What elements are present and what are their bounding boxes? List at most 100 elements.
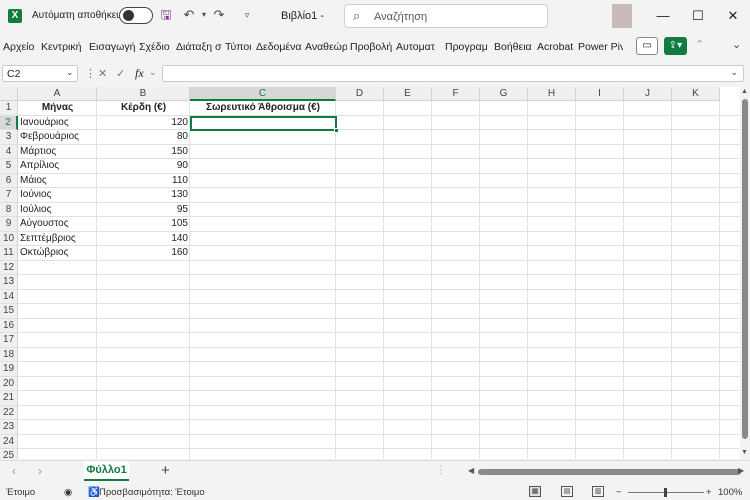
zoom-slider-knob[interactable] [664,488,667,497]
row-header-22[interactable]: 22 [0,405,18,420]
tab-draw[interactable]: Σχέδιο [136,41,173,53]
select-all-corner[interactable] [0,87,18,101]
month-cell[interactable]: Φεβρουάριος [18,130,97,145]
profit-cell[interactable]: 90 [97,159,190,174]
page-layout-view-icon[interactable]: ▤ [561,486,573,497]
tab-help[interactable]: Βοήθεια [491,41,534,53]
more-options-icon[interactable]: ⋮ [85,67,96,80]
row-header-21[interactable]: 21 [0,391,18,406]
row-header-6[interactable]: 6 [0,173,18,188]
month-cell[interactable]: Σεπτέμβριος [18,232,97,247]
next-sheet-icon[interactable]: › [38,464,42,478]
scroll-up-icon[interactable]: ▲ [741,88,748,95]
row-header-16[interactable]: 16 [0,318,18,333]
minimize-icon[interactable]: — [653,6,673,26]
horizontal-scroll-thumb[interactable] [478,469,741,475]
profit-cell[interactable]: 140 [97,232,190,247]
row-header-13[interactable]: 13 [0,275,18,290]
tab-home[interactable]: Κεντρική [38,41,86,53]
row-header-18[interactable]: 18 [0,347,18,362]
column-header-k[interactable]: K [672,87,720,101]
tab-power-pivot[interactable]: Power Piv [575,41,623,53]
profit-cell[interactable]: 95 [97,203,190,218]
profit-cell[interactable]: 105 [97,217,190,232]
profit-cell[interactable]: 160 [97,246,190,261]
fill-handle[interactable] [334,128,339,133]
row-header-15[interactable]: 15 [0,304,18,319]
customize-quick-access-icon[interactable]: ▿ [239,7,255,23]
more-options-icon[interactable]: ⋮ [436,465,446,476]
search-box[interactable]: ⌕ Αναζήτηση [344,4,548,28]
autosave-toggle[interactable] [119,7,153,24]
tab-data[interactable]: Δεδομένα [253,41,302,53]
tab-formulas[interactable]: Τύποι [222,41,253,53]
vertical-scroll-thumb[interactable] [742,99,748,439]
profit-cell[interactable]: 110 [97,174,190,189]
column-header-c[interactable]: C [190,87,336,101]
chevron-down-icon[interactable]: ⌄ [66,67,74,78]
zoom-out-button[interactable]: − [616,487,622,498]
row-header-23[interactable]: 23 [0,420,18,435]
comments-icon[interactable]: ▭ [636,37,658,55]
month-cell[interactable]: Ιούλιος [18,203,97,218]
row-header-14[interactable]: 14 [0,289,18,304]
header-cell[interactable]: Μήνας [18,101,97,116]
selected-cell-c2[interactable] [190,116,339,133]
scroll-down-icon[interactable]: ▼ [741,449,748,456]
row-header-8[interactable]: 8 [0,202,18,217]
scroll-left-icon[interactable]: ◀ [468,466,474,475]
redo-icon[interactable]: ↷ [211,7,227,23]
name-box[interactable]: C2 ⌄ [2,65,78,82]
month-cell[interactable]: Απρίλιος [18,159,97,174]
normal-view-icon[interactable]: ▦ [529,486,541,497]
scroll-right-icon[interactable]: ▶ [738,466,744,475]
column-header-e[interactable]: E [384,87,432,101]
row-header-19[interactable]: 19 [0,362,18,377]
row-header-7[interactable]: 7 [0,188,18,203]
column-header-i[interactable]: I [576,87,624,101]
horizontal-scrollbar[interactable]: ◀ ▶ [446,465,748,479]
cancel-icon[interactable]: ✕ [98,67,107,80]
month-cell[interactable]: Μάρτιος [18,145,97,160]
row-header-11[interactable]: 11 [0,246,18,261]
tab-insert[interactable]: Εισαγωγή [86,41,136,53]
profit-cell[interactable]: 130 [97,188,190,203]
row-header-9[interactable]: 9 [0,217,18,232]
row-header-1[interactable]: 1 [0,101,18,116]
column-header-f[interactable]: F [432,87,480,101]
tab-view[interactable]: Προβολή [347,41,393,53]
column-header-b[interactable]: B [97,87,190,101]
save-icon[interactable]: 🖫 [158,7,174,23]
profit-cell[interactable]: 120 [97,116,190,131]
expand-formula-icon[interactable]: ⌄ [730,67,738,78]
tab-automate[interactable]: Αυτοματ [393,41,442,53]
row-header-12[interactable]: 12 [0,260,18,275]
row-header-3[interactable]: 3 [0,130,18,145]
profit-cell[interactable]: 80 [97,130,190,145]
month-cell[interactable]: Ιανουάριος [18,116,97,131]
row-header-4[interactable]: 4 [0,144,18,159]
enter-icon[interactable]: ✓ [116,67,125,80]
zoom-in-button[interactable]: + [706,487,712,498]
column-header-j[interactable]: J [624,87,672,101]
profit-cell[interactable]: 150 [97,145,190,160]
sheet-tab[interactable]: Φύλλο1 [84,461,129,481]
function-dropdown-icon[interactable]: ⌄ [149,67,157,78]
row-header-17[interactable]: 17 [0,333,18,348]
row-header-25[interactable]: 25 [0,449,18,459]
header-cell[interactable]: Σωρευτικό Άθροισμα (€) [190,101,336,116]
prev-sheet-icon[interactable]: ‹ [12,464,16,478]
vertical-scrollbar[interactable]: ▲ ▼ [740,87,750,459]
formula-input[interactable]: ⌄ [162,65,744,82]
row-header-5[interactable]: 5 [0,159,18,174]
column-header-g[interactable]: G [480,87,528,101]
month-cell[interactable]: Οκτώβριος [18,246,97,261]
column-header-d[interactable]: D [336,87,384,101]
undo-dropdown-icon[interactable]: ▾ [196,7,212,23]
close-icon[interactable]: ✕ [723,6,743,26]
macro-record-icon[interactable]: ◉ [64,487,72,498]
tab-acrobat[interactable]: Acrobat [534,41,575,53]
accessibility-status[interactable]: Προσβασιμότητα: Έτοιμο [99,487,205,498]
chevron-down-icon[interactable]: ⌄ [732,38,741,51]
month-cell[interactable]: Ιούνιος [18,188,97,203]
